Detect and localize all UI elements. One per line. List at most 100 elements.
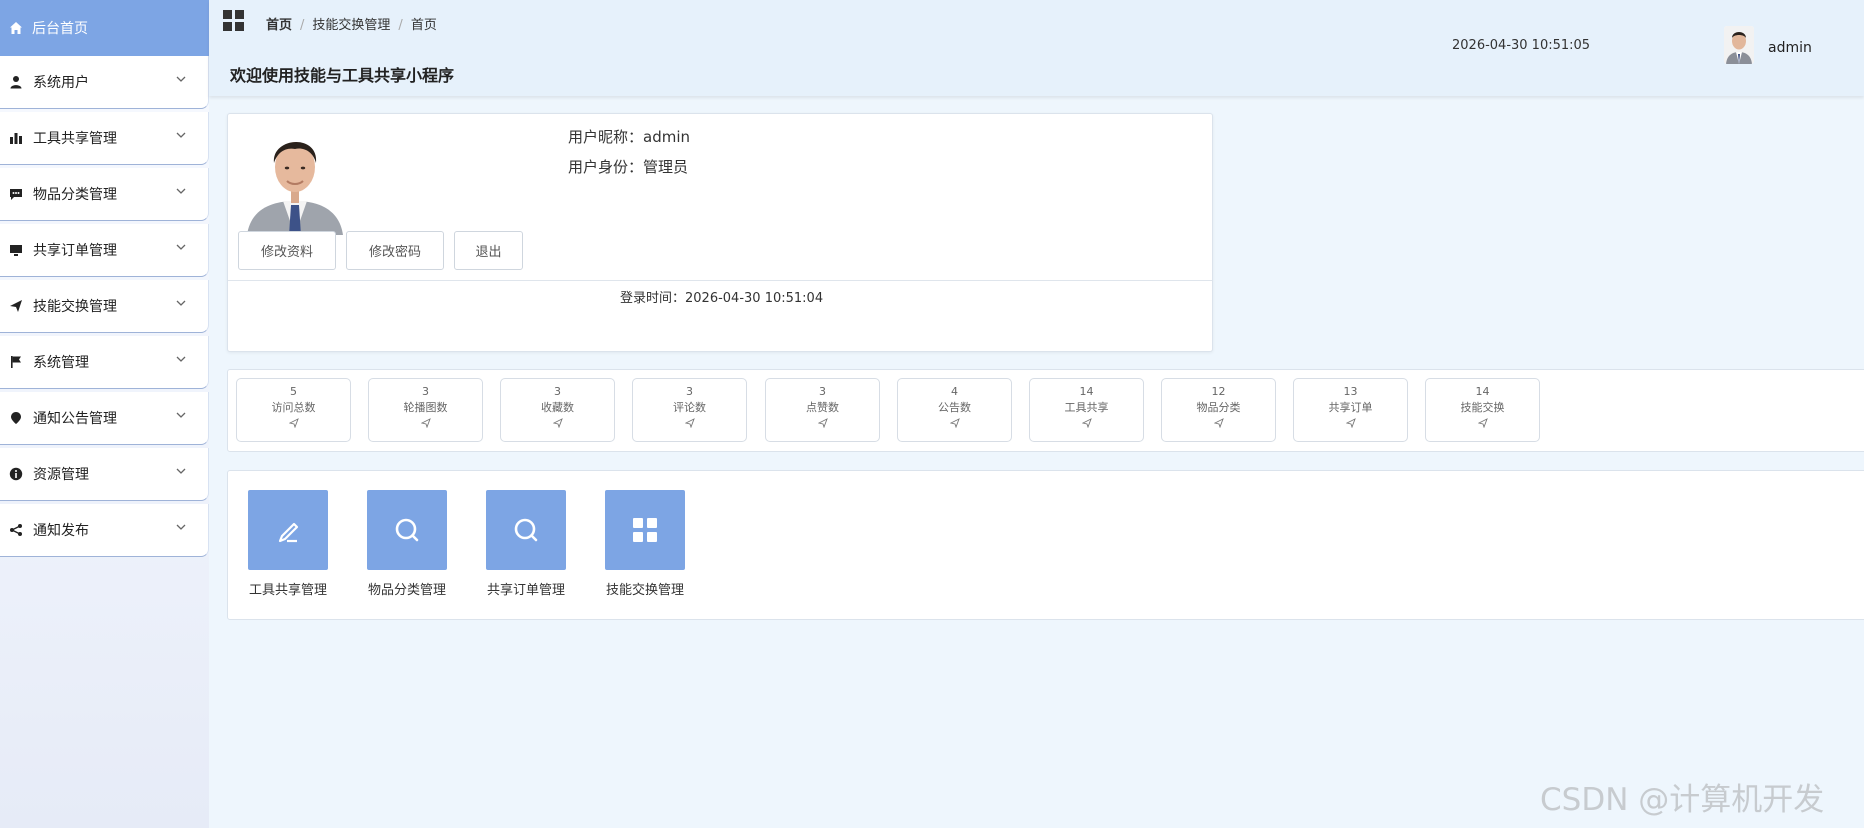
search-icon <box>367 490 447 570</box>
stat-value: 3 <box>819 385 826 398</box>
search-icon <box>486 490 566 570</box>
edit-icon <box>248 490 328 570</box>
send-icon <box>1294 418 1407 430</box>
role-value: 管理员 <box>643 158 689 176</box>
chevron-down-icon <box>176 132 186 138</box>
sidebar-item-label: 技能交换管理 <box>33 299 117 315</box>
send-icon <box>369 418 482 430</box>
quick-link-skill-exchange[interactable]: 技能交换管理 <box>595 490 695 598</box>
profile-nickname: 用户昵称：admin <box>568 126 690 147</box>
monitor-icon <box>8 242 24 258</box>
stat-card-visits[interactable]: 5 访问总数 <box>236 378 351 442</box>
sidebar-item-skill-exchange[interactable]: 技能交换管理 <box>0 280 209 333</box>
chevron-down-icon <box>176 412 186 418</box>
login-time: 登录时间：2026-04-30 10:51:04 <box>620 287 823 306</box>
stat-label: 评论数 <box>673 401 706 414</box>
stat-label: 物品分类 <box>1196 401 1241 414</box>
bar-chart-icon <box>8 130 24 146</box>
stat-label: 访问总数 <box>271 401 316 414</box>
grid-icon <box>605 490 685 570</box>
send-icon <box>8 298 24 314</box>
stat-card-likes[interactable]: 3 点赞数 <box>765 378 880 442</box>
stat-label: 收藏数 <box>541 401 574 414</box>
stat-value: 4 <box>951 385 958 398</box>
quick-link-item-category[interactable]: 物品分类管理 <box>357 490 457 598</box>
stat-label: 公告数 <box>938 401 971 414</box>
edit-profile-button[interactable]: 修改资料 <box>238 231 336 270</box>
stat-card-carousel[interactable]: 3 轮播图数 <box>368 378 483 442</box>
send-icon <box>1030 418 1143 430</box>
watermark: CSDN @计算机开发 <box>1540 782 1825 818</box>
stat-value: 14 <box>1475 385 1490 398</box>
page-title: 欢迎使用技能与工具共享小程序 <box>230 66 455 85</box>
sidebar-item-label: 资源管理 <box>33 467 89 483</box>
location-icon <box>8 410 24 426</box>
flag-icon <box>8 354 24 370</box>
chevron-down-icon <box>176 244 186 250</box>
sidebar-item-system-users[interactable]: 系统用户 <box>0 56 209 109</box>
quick-link-label: 技能交换管理 <box>605 583 684 598</box>
sidebar-item-notice-management[interactable]: 通知公告管理 <box>0 392 209 445</box>
sidebar-item-label: 共享订单管理 <box>33 243 117 259</box>
chevron-down-icon <box>176 468 186 474</box>
avatar[interactable] <box>1724 26 1754 64</box>
stat-card-item-category[interactable]: 12 物品分类 <box>1161 378 1276 442</box>
profile-avatar <box>245 123 345 235</box>
sidebar-item-resource-management[interactable]: 资源管理 <box>0 448 209 501</box>
profile-card: 用户昵称：admin 用户身份：管理员 修改资料 修改密码 退出 登录时间：20… <box>227 113 1213 352</box>
sidebar-item-system-management[interactable]: 系统管理 <box>0 336 209 389</box>
stat-value: 3 <box>422 385 429 398</box>
sidebar-item-label: 通知公告管理 <box>33 411 117 427</box>
chevron-down-icon <box>176 356 186 362</box>
chevron-down-icon <box>176 76 186 82</box>
quick-link-shared-orders[interactable]: 共享订单管理 <box>476 490 576 598</box>
stat-card-notices[interactable]: 4 公告数 <box>897 378 1012 442</box>
login-time-label: 登录时间： <box>620 291 686 306</box>
sidebar-item-label: 物品分类管理 <box>33 187 117 203</box>
divider <box>228 280 1212 281</box>
login-time-value: 2026-04-30 10:51:04 <box>685 291 824 306</box>
sidebar-item-shared-orders[interactable]: 共享订单管理 <box>0 224 209 277</box>
stats-panel: 5 访问总数 3 轮播图数 3 收藏数 3 评论数 3 点赞数 4 公告数 14… <box>227 369 1864 452</box>
stat-card-skill-exchange[interactable]: 14 技能交换 <box>1425 378 1540 442</box>
sidebar-item-notice-publish[interactable]: 通知发布 <box>0 504 209 557</box>
chevron-down-icon <box>176 188 186 194</box>
stat-label: 技能交换 <box>1460 401 1505 414</box>
user-icon <box>8 74 24 90</box>
stat-value: 14 <box>1079 385 1094 398</box>
change-password-button[interactable]: 修改密码 <box>346 231 444 270</box>
stat-value: 13 <box>1343 385 1358 398</box>
sidebar-item-label: 系统管理 <box>33 355 89 371</box>
send-icon <box>633 418 746 430</box>
sidebar-item-tool-sharing[interactable]: 工具共享管理 <box>0 112 209 165</box>
menu-grid-icon[interactable] <box>223 10 244 31</box>
sidebar-item-home[interactable]: 后台首页 <box>0 0 209 56</box>
breadcrumb: 首页 / 技能交换管理 / 首页 <box>266 18 437 33</box>
sidebar-item-label: 通知发布 <box>33 523 89 539</box>
chat-icon <box>8 186 24 202</box>
stat-value: 3 <box>554 385 561 398</box>
breadcrumb-item[interactable]: 技能交换管理 <box>312 18 390 33</box>
quick-access-panel: 工具共享管理 物品分类管理 共享订单管理 技能交换管理 <box>227 470 1864 620</box>
stat-card-tool-sharing[interactable]: 14 工具共享 <box>1029 378 1144 442</box>
sidebar-item-item-category[interactable]: 物品分类管理 <box>0 168 209 221</box>
chevron-down-icon <box>176 300 186 306</box>
send-icon <box>1162 418 1275 430</box>
stat-card-shared-orders[interactable]: 13 共享订单 <box>1293 378 1408 442</box>
quick-link-tool-sharing[interactable]: 工具共享管理 <box>238 490 338 598</box>
stat-card-favorites[interactable]: 3 收藏数 <box>500 378 615 442</box>
header-datetime: 2026-04-30 10:51:05 <box>1452 38 1591 53</box>
stat-label: 工具共享 <box>1064 401 1109 414</box>
stat-label: 轮播图数 <box>403 401 448 414</box>
logout-button[interactable]: 退出 <box>454 231 523 270</box>
info-icon <box>8 466 24 482</box>
nickname-label: 用户昵称： <box>568 128 644 146</box>
sidebar-item-label: 系统用户 <box>33 75 89 91</box>
header-username[interactable]: admin <box>1768 40 1812 56</box>
send-icon <box>237 418 350 430</box>
stat-card-comments[interactable]: 3 评论数 <box>632 378 747 442</box>
breadcrumb-item[interactable]: 首页 <box>266 18 292 33</box>
quick-link-label: 物品分类管理 <box>367 583 446 598</box>
sidebar: 后台首页 系统用户 工具共享管理 物品分类管理 共享订单管理 技能交换管理 系统… <box>0 0 209 828</box>
profile-role: 用户身份：管理员 <box>568 156 688 177</box>
